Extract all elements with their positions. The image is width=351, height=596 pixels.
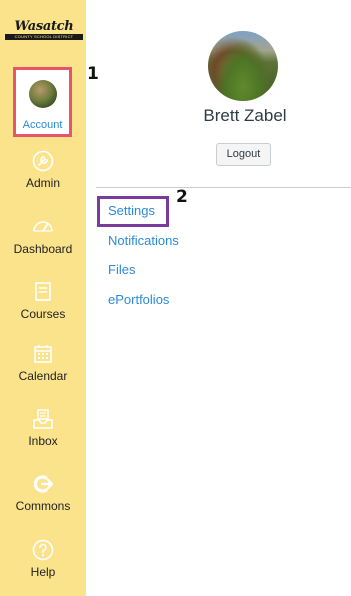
help-icon: [32, 539, 54, 561]
eportfolios-link[interactable]: ePortfolios: [108, 292, 169, 307]
notifications-link[interactable]: Notifications: [108, 233, 179, 248]
global-nav-sidebar: Wasatch COUNTY SCHOOL DISTRICT Account A…: [0, 0, 86, 596]
inbox-icon: [33, 409, 53, 429]
profile-divider: [96, 187, 351, 188]
sidebar-item-calendar[interactable]: Calendar: [0, 343, 86, 383]
sidebar-item-label: Admin: [25, 176, 60, 190]
dashboard-icon: [33, 221, 53, 232]
settings-highlight-box: [97, 196, 169, 227]
step-2-badge: 2: [176, 187, 188, 207]
sidebar-item-commons[interactable]: Commons: [0, 473, 86, 513]
sidebar-item-label: Commons: [15, 499, 71, 513]
sidebar-item-label: Help: [30, 565, 56, 579]
commons-icon: [33, 475, 54, 493]
logo-wordmark: Wasatch: [14, 19, 74, 34]
admin-icon: [32, 150, 54, 172]
profile-name: Brett Zabel: [203, 106, 287, 125]
calendar-icon: [34, 345, 52, 363]
step-1-badge: 1: [87, 64, 99, 84]
courses-icon: [35, 282, 51, 301]
sidebar-item-account[interactable]: Account: [13, 67, 72, 137]
profile-avatar: [208, 31, 278, 101]
files-link[interactable]: Files: [108, 262, 135, 277]
sidebar-item-help[interactable]: Help: [0, 539, 86, 579]
sidebar-item-dashboard[interactable]: Dashboard: [0, 216, 86, 256]
logo-tagline: COUNTY SCHOOL DISTRICT: [5, 34, 83, 40]
sidebar-item-inbox[interactable]: Inbox: [0, 408, 86, 448]
sidebar-item-admin[interactable]: Admin: [0, 150, 86, 190]
sidebar-item-label: Dashboard: [13, 242, 73, 256]
sidebar-item-label: Inbox: [28, 434, 58, 448]
sidebar-item-label: Calendar: [18, 369, 68, 383]
wasatch-logo[interactable]: Wasatch COUNTY SCHOOL DISTRICT: [3, 20, 85, 42]
sidebar-item-label: Courses: [20, 307, 66, 321]
sidebar-item-label: Account: [22, 119, 63, 131]
account-avatar: [29, 80, 57, 108]
sidebar-item-courses[interactable]: Courses: [0, 281, 86, 321]
logout-button[interactable]: Logout: [216, 143, 271, 166]
